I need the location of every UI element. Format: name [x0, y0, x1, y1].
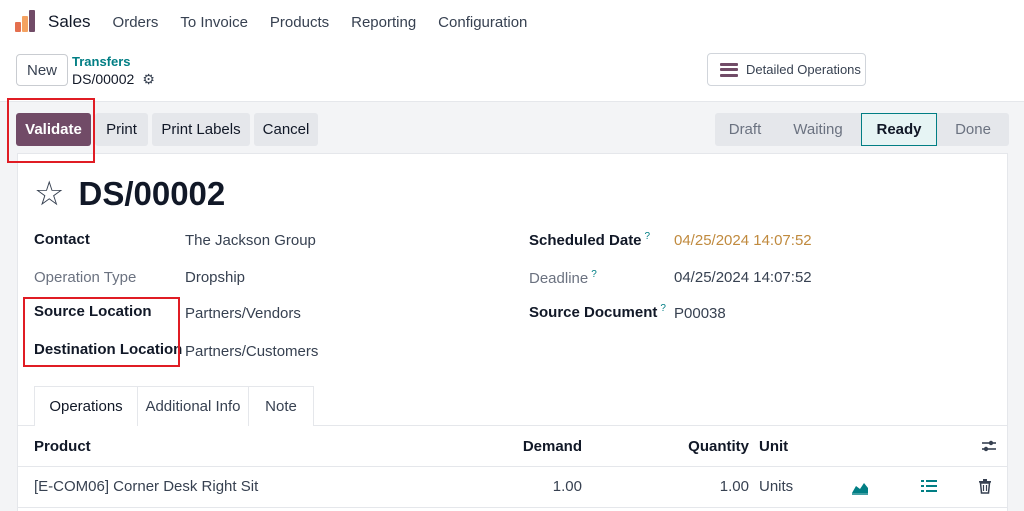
column-settings-icon[interactable]: [981, 438, 997, 454]
breadcrumb: Transfers DS/00002 ⚙: [72, 54, 155, 88]
scheduled-date-label: Scheduled Date?: [529, 231, 650, 249]
contact-label: Contact: [34, 231, 90, 248]
source-document-label-text: Source Document: [529, 304, 658, 321]
deadline-label: Deadline?: [529, 269, 597, 287]
column-product[interactable]: Product: [34, 438, 91, 455]
deadline-value[interactable]: 04/25/2024 14:07:52: [674, 269, 812, 286]
trash-icon[interactable]: [978, 478, 992, 494]
row-unit[interactable]: Units: [759, 478, 793, 495]
record-title-row: ☆ DS/00002: [34, 174, 225, 214]
menu-reporting[interactable]: Reporting: [351, 14, 416, 31]
control-panel: New Transfers DS/00002 ⚙ Detailed Operat…: [0, 44, 1024, 102]
status-bar: Draft Waiting Ready Done: [715, 113, 1009, 146]
stage-waiting[interactable]: Waiting: [775, 113, 861, 146]
details-list-icon[interactable]: [921, 479, 937, 493]
app-name[interactable]: Sales: [48, 12, 91, 32]
breadcrumb-transfers[interactable]: Transfers: [72, 54, 155, 70]
menu-orders[interactable]: Orders: [113, 14, 159, 31]
detailed-operations-label: Detailed Operations: [746, 62, 861, 77]
scheduled-date-value[interactable]: 04/25/2024 14:07:52: [674, 232, 812, 249]
operation-type-value[interactable]: Dropship: [185, 269, 245, 286]
cancel-button[interactable]: Cancel: [254, 113, 318, 146]
row-quantity[interactable]: 1.00: [660, 478, 749, 495]
breadcrumb-current: DS/00002 ⚙: [72, 70, 155, 88]
tab-note[interactable]: Note: [249, 386, 314, 426]
row-divider: [17, 507, 1008, 508]
column-quantity[interactable]: Quantity: [660, 438, 749, 455]
header-divider: [17, 466, 1008, 467]
forecast-chart-icon[interactable]: [851, 479, 869, 495]
stage-draft[interactable]: Draft: [715, 113, 775, 146]
column-unit[interactable]: Unit: [759, 438, 788, 455]
menu-products[interactable]: Products: [270, 14, 329, 31]
print-button[interactable]: Print: [95, 113, 148, 146]
column-demand[interactable]: Demand: [490, 438, 582, 455]
validate-button[interactable]: Validate: [16, 113, 91, 146]
help-tooltip-icon[interactable]: ?: [645, 231, 651, 242]
gear-icon[interactable]: ⚙: [142, 70, 155, 88]
top-navbar: Sales Orders To Invoice Products Reporti…: [0, 0, 1024, 44]
print-labels-button[interactable]: Print Labels: [152, 113, 250, 146]
star-icon[interactable]: ☆: [34, 177, 64, 211]
source-document-label: Source Document?: [529, 303, 666, 321]
notebook-tabs: Operations Additional Info Note: [34, 386, 314, 426]
record-name: DS/00002: [78, 175, 226, 212]
new-button[interactable]: New: [16, 54, 68, 86]
scheduled-date-label-text: Scheduled Date: [529, 232, 642, 249]
breadcrumb-current-label: DS/00002: [72, 71, 135, 87]
menu-configuration[interactable]: Configuration: [438, 14, 527, 31]
tab-operations[interactable]: Operations: [34, 386, 138, 426]
operation-type-label: Operation Type: [34, 269, 137, 286]
tab-additional-info[interactable]: Additional Info: [138, 386, 249, 426]
stage-done[interactable]: Done: [937, 113, 1009, 146]
deadline-label-text: Deadline: [529, 270, 589, 287]
help-tooltip-icon[interactable]: ?: [591, 269, 597, 280]
help-tooltip-icon[interactable]: ?: [660, 303, 666, 314]
row-demand[interactable]: 1.00: [490, 478, 582, 495]
menu-to-invoice[interactable]: To Invoice: [180, 14, 248, 31]
source-document-value[interactable]: P00038: [674, 305, 726, 322]
destination-location-label: Destination Location: [34, 341, 183, 358]
contact-value[interactable]: The Jackson Group: [185, 232, 316, 249]
source-location-value[interactable]: Partners/Vendors: [185, 305, 301, 322]
sales-app-icon[interactable]: [14, 10, 38, 34]
row-product[interactable]: [E-COM06] Corner Desk Right Sit: [34, 478, 258, 495]
source-location-label: Source Location: [34, 303, 152, 320]
detailed-operations-button[interactable]: Detailed Operations: [707, 53, 866, 86]
stage-ready[interactable]: Ready: [861, 113, 937, 146]
hamburger-icon: [720, 62, 738, 77]
destination-location-value[interactable]: Partners/Customers: [185, 343, 318, 360]
